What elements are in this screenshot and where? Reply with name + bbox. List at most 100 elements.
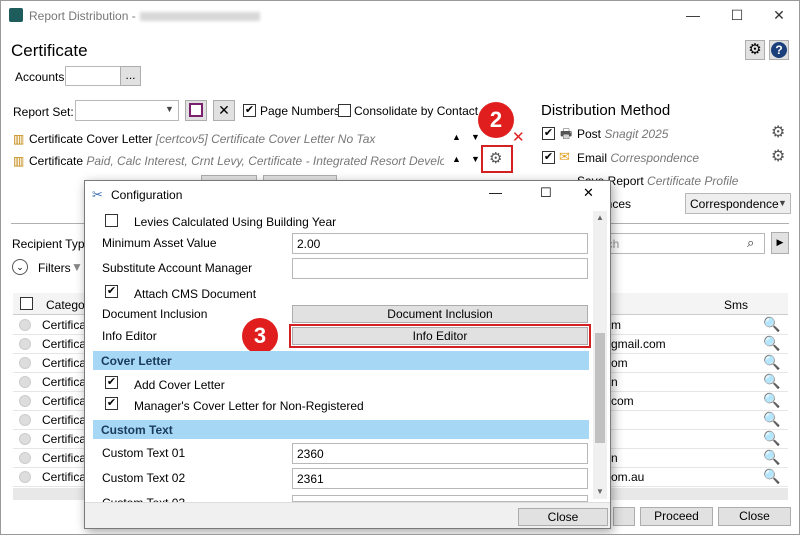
post-settings-gear-icon[interactable]: ⚙: [771, 125, 785, 141]
configuration-dialog: ✂ Configuration — ☐ ✕ Levies Calculated …: [84, 180, 611, 529]
custom-text-02-input[interactable]: 2361: [292, 468, 588, 489]
magnify-icon: 🔍: [763, 335, 781, 351]
gear-icon: ⚙: [748, 41, 762, 58]
report-detail: [certcov5] Certificate Cover Letter No T…: [155, 132, 376, 146]
email-settings-gear-icon[interactable]: ⚙: [771, 149, 785, 165]
recipient-search-input[interactable]: arch: [591, 233, 765, 254]
attach-cms-label: Attach CMS Document: [134, 287, 257, 301]
minimize-button[interactable]: —: [673, 3, 713, 27]
dialog-title: Configuration: [111, 188, 183, 202]
x-icon: ✕: [218, 102, 230, 118]
levies-label: Levies Calculated Using Building Year: [134, 215, 337, 229]
levies-checkbox[interactable]: [105, 214, 118, 227]
dialog-close-button[interactable]: ✕: [583, 185, 594, 201]
magnify-icon: 🔍: [763, 392, 781, 408]
recipient-type-label: Recipient Type: [12, 237, 92, 251]
report-name: Certificate Cover Letter: [29, 132, 153, 146]
consolidate-checkbox[interactable]: [338, 104, 351, 117]
substitute-input[interactable]: [292, 258, 588, 279]
custom-text-01-input[interactable]: 2360: [292, 443, 588, 464]
custom-text-01-label: Custom Text 01: [102, 446, 186, 460]
step-2-highlight: [481, 145, 513, 173]
search-icon[interactable]: ⌕: [747, 235, 754, 251]
maximize-button[interactable]: ☐: [717, 3, 757, 27]
help-button[interactable]: ?: [769, 40, 789, 60]
report-set-select[interactable]: [75, 100, 179, 121]
filters-label[interactable]: Filters: [38, 261, 71, 275]
hidden-footer-button[interactable]: [613, 507, 635, 526]
min-asset-label: Minimum Asset Value: [102, 236, 217, 250]
search-go-button[interactable]: ▶: [771, 232, 789, 254]
remove-report-icon[interactable]: ✕: [512, 128, 525, 146]
col-sms-header: Sms: [724, 298, 748, 312]
doc-inclusion-label: Document Inclusion: [102, 307, 208, 321]
move-up-arrow-icon[interactable]: ▲: [452, 154, 461, 164]
scroll-down-arrow-icon[interactable]: ▼: [596, 487, 604, 496]
report-icon: ▥: [13, 154, 25, 168]
document-inclusion-button[interactable]: Document Inclusion: [292, 305, 588, 323]
report-detail: Paid, Calc Interest, Crnt Levy, Certific…: [86, 154, 444, 168]
title-bar: Report Distribution - — ☐ ✕: [1, 1, 799, 31]
info-editor-label: Info Editor: [102, 329, 157, 343]
manager-cover-label: Manager's Cover Letter for Non-Registere…: [134, 399, 364, 413]
tools-icon: ✂: [92, 187, 103, 202]
report-icon: ▥: [13, 132, 25, 146]
consolidate-label: Consolidate by Contact: [354, 104, 479, 118]
page-numbers-checkbox[interactable]: ✔: [243, 104, 256, 117]
scroll-thumb[interactable]: [595, 333, 605, 443]
post-checkbox[interactable]: ✔: [542, 127, 555, 140]
magnify-icon: 🔍: [763, 430, 781, 446]
report-item-certificate[interactable]: Certificate Paid, Calc Interest, Crnt Le…: [29, 154, 444, 168]
proceed-button[interactable]: Proceed: [640, 507, 713, 526]
add-cover-label: Add Cover Letter: [134, 378, 225, 392]
chevron-down-icon: ▼: [778, 198, 787, 208]
add-cover-checkbox[interactable]: ✔: [105, 376, 118, 389]
cover-letter-section: Cover Letter: [93, 351, 589, 370]
move-down-arrow-icon[interactable]: ▼: [471, 132, 480, 142]
accounts-label: Accounts:: [15, 70, 68, 84]
step-3-highlight: [289, 324, 591, 348]
custom-text-03-input[interactable]: [292, 495, 588, 502]
min-asset-input[interactable]: 2.00: [292, 233, 588, 254]
magnify-icon: 🔍: [763, 468, 781, 484]
email-label: Email Correspondence: [577, 151, 700, 165]
move-down-arrow-icon[interactable]: ▼: [471, 154, 480, 164]
dialog-maximize-button[interactable]: ☐: [540, 185, 552, 201]
chevron-down-icon: ▼: [165, 104, 174, 114]
email-checkbox[interactable]: ✔: [542, 151, 555, 164]
floppy-disk-icon: [189, 103, 203, 117]
printer-icon: 🖶: [560, 126, 573, 141]
custom-text-section: Custom Text: [93, 420, 589, 439]
report-distribution-window: Report Distribution - — ☐ ✕ Certificate …: [0, 0, 800, 535]
report-name: Certificate: [29, 154, 84, 168]
dialog-minimize-button[interactable]: —: [489, 185, 502, 200]
scroll-up-arrow-icon[interactable]: ▲: [596, 213, 604, 222]
move-up-arrow-icon[interactable]: ▲: [452, 132, 461, 142]
delete-report-set-button[interactable]: ✕: [213, 100, 235, 121]
dialog-scrollbar[interactable]: ▲ ▼: [593, 211, 607, 499]
close-button[interactable]: Close: [718, 507, 791, 526]
magnify-icon: 🔍: [763, 316, 781, 332]
page-numbers-label: Page Numbers: [260, 104, 341, 118]
magnify-icon: 🔍: [763, 411, 781, 427]
save-report-set-button[interactable]: [185, 100, 207, 121]
accounts-input[interactable]: [65, 66, 121, 86]
window-title: Report Distribution -: [29, 9, 260, 23]
close-window-button[interactable]: ✕: [759, 3, 799, 27]
manager-cover-checkbox[interactable]: ✔: [105, 397, 118, 410]
preferences-select[interactable]: Correspondence: [685, 193, 791, 214]
dialog-close-bottom-button[interactable]: Close: [518, 508, 608, 526]
accounts-browse-button[interactable]: ...: [120, 66, 141, 86]
envelope-icon: ✉: [559, 149, 570, 164]
page-title: Certificate: [11, 41, 88, 60]
help-icon: ?: [771, 42, 787, 58]
filter-funnel-icon: ▼: [71, 260, 83, 274]
col-category-header: Categor: [46, 298, 89, 312]
expand-filters-icon[interactable]: ⌄: [12, 259, 28, 275]
settings-button[interactable]: ⚙: [745, 40, 765, 60]
custom-text-02-label: Custom Text 02: [102, 471, 186, 485]
select-all-checkbox[interactable]: [20, 297, 33, 310]
attach-cms-checkbox[interactable]: ✔: [105, 285, 118, 298]
report-item-cover-letter[interactable]: Certificate Cover Letter [certcov5] Cert…: [29, 132, 375, 146]
step-2-callout: 2: [478, 102, 514, 138]
